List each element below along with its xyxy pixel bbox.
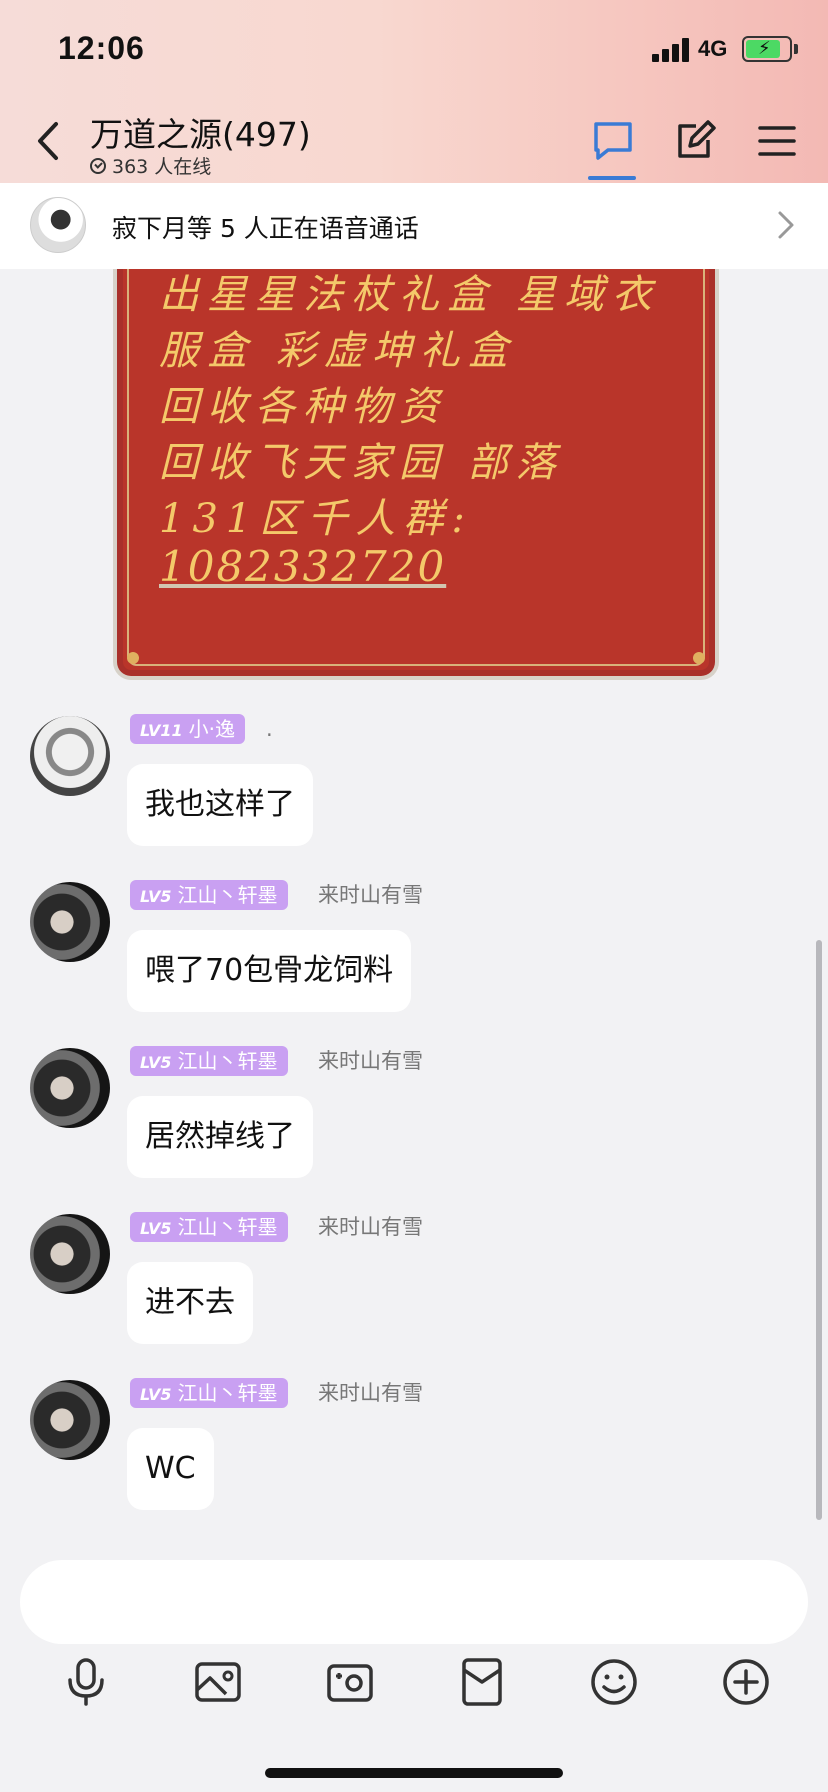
avatar: [30, 197, 86, 253]
chat-tab-button[interactable]: [590, 118, 636, 164]
avatar[interactable]: [30, 1380, 110, 1460]
camera-button[interactable]: [324, 1656, 376, 1708]
input-area: [0, 1540, 828, 1792]
image-text-line: 服盒 彩虚坤礼盒: [159, 328, 516, 374]
active-tab-indicator: [588, 176, 636, 180]
online-text: 363 人在线: [112, 156, 212, 178]
chat-bubble-icon: [594, 122, 632, 160]
plus-icon: [723, 1659, 769, 1705]
photo-button[interactable]: [192, 1656, 244, 1708]
avatar[interactable]: [30, 1048, 110, 1128]
corner-ornament: [693, 652, 705, 664]
chevron-left-icon: [38, 122, 58, 160]
shared-image-card[interactable]: 出星星法杖礼盒 星域衣 服盒 彩虚坤礼盒 回收各种物资 回收飞天家园 部落 13…: [113, 230, 719, 680]
hamburger-menu-icon: [758, 126, 796, 156]
message-bubble[interactable]: 居然掉线了: [127, 1096, 313, 1178]
image-text-line: 回收各种物资: [159, 384, 447, 430]
image-icon: [195, 1662, 241, 1702]
message-bubble[interactable]: 进不去: [127, 1262, 253, 1344]
online-count: 363 人在线: [90, 152, 211, 179]
camera-icon: [327, 1664, 373, 1702]
red-packet-button[interactable]: [456, 1656, 508, 1708]
nickname: .: [266, 717, 273, 741]
emoji-icon: [591, 1659, 637, 1705]
image-text-line: 回收飞天家园 部落: [159, 440, 564, 486]
home-indicator[interactable]: [265, 1768, 563, 1778]
check-circle-icon: [90, 157, 106, 174]
menu-button[interactable]: [754, 118, 800, 164]
image-text-line: 131区千人群:: [159, 496, 473, 542]
status-time: 12:06: [58, 30, 145, 66]
microphone-icon: [68, 1658, 104, 1706]
more-button[interactable]: [720, 1656, 772, 1708]
signal-icon: [652, 38, 690, 62]
voice-button[interactable]: [60, 1656, 112, 1708]
chevron-right-icon: [778, 211, 794, 239]
member-badge: LV5 江山丶轩墨: [130, 1046, 288, 1076]
battery-icon: ⚡: [742, 36, 792, 62]
message-bubble[interactable]: 我也这样了: [127, 764, 313, 846]
member-badge: LV11 小·逸: [130, 714, 245, 744]
nickname: 来时山有雪: [318, 1381, 423, 1405]
nickname: 来时山有雪: [318, 883, 423, 907]
edit-button[interactable]: [672, 118, 718, 164]
scrollbar[interactable]: [816, 940, 822, 1520]
nickname: 来时山有雪: [318, 1215, 423, 1239]
image-group-number: 1082332720: [159, 542, 447, 591]
voice-call-banner[interactable]: 寂下月等 5 人正在语音通话: [0, 183, 828, 269]
red-packet-icon: [462, 1658, 502, 1706]
chat-header: 万道之源(497) 363 人在线: [0, 100, 828, 182]
avatar[interactable]: [30, 882, 110, 962]
member-badge: LV5 江山丶轩墨: [130, 1378, 288, 1408]
status-bar: 12:06 4G ⚡: [0, 0, 828, 100]
voice-call-text: 寂下月等 5 人正在语音通话: [112, 214, 419, 243]
nickname: 来时山有雪: [318, 1049, 423, 1073]
network-type: 4G: [698, 36, 728, 61]
image-text-line: 出星星法杖礼盒 星域衣: [159, 272, 660, 318]
member-badge: LV5 江山丶轩墨: [130, 880, 288, 910]
avatar[interactable]: [30, 1214, 110, 1294]
corner-ornament: [127, 652, 139, 664]
avatar[interactable]: [30, 716, 110, 796]
group-title: 万道之源(497): [90, 115, 311, 154]
back-button[interactable]: [30, 118, 70, 164]
message-bubble[interactable]: 喂了70包骨龙饲料: [127, 930, 412, 1012]
message-bubble[interactable]: WC: [127, 1428, 214, 1510]
edit-icon: [678, 120, 716, 158]
emoji-button[interactable]: [588, 1656, 640, 1708]
battery-tip: [794, 44, 798, 54]
member-badge: LV5 江山丶轩墨: [130, 1212, 288, 1242]
message-input[interactable]: [20, 1560, 808, 1644]
